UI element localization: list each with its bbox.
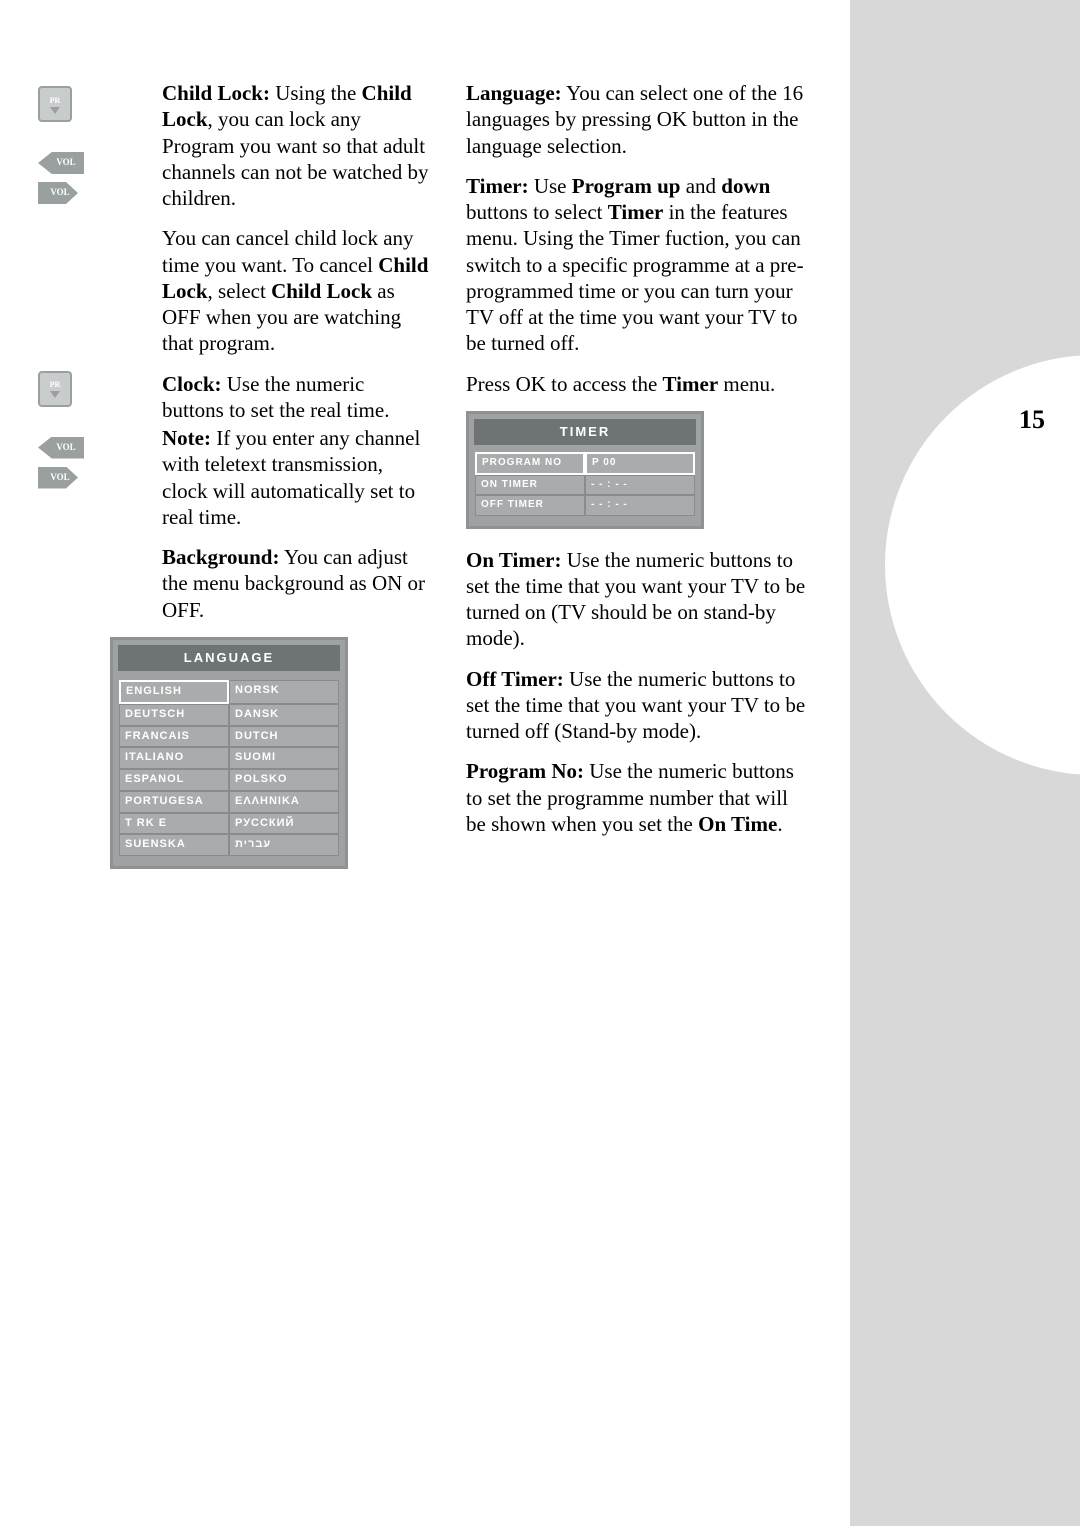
- triangle-down-icon: [50, 107, 60, 114]
- remote-cluster-1: PR VOL VOL: [38, 86, 84, 212]
- pr-down-button-icon: PR: [38, 86, 72, 122]
- language-option: ENGLISH: [119, 680, 229, 704]
- left-column: PR VOL VOL Child Lock: Using the Child L…: [100, 80, 430, 879]
- timer-row-value: - - : - -: [585, 475, 695, 496]
- language-option: DEUTSCH: [119, 704, 229, 726]
- side-circle-decoration: [885, 355, 1080, 775]
- vol-label: VOL: [56, 442, 75, 453]
- timer-row-label: PROGRAM NO: [475, 452, 585, 475]
- vol-label: VOL: [50, 187, 69, 198]
- vol-right-button-icon: VOL: [38, 467, 78, 489]
- vol-label: VOL: [56, 157, 75, 168]
- pr-label: PR: [50, 97, 61, 105]
- language-menu-osd: LANGUAGE ENGLISH NORSK DEUTSCH DANSK FRA…: [110, 637, 348, 869]
- language-option: עברית: [229, 834, 339, 856]
- program-no-label: Program No:: [466, 759, 584, 783]
- child-lock-paragraph-1: Child Lock: Using the Child Lock, you ca…: [162, 80, 430, 211]
- language-paragraph: Language: You can select one of the 16 l…: [466, 80, 806, 159]
- remote-cluster-2: PR VOL VOL: [38, 371, 84, 497]
- language-option: DUTCH: [229, 726, 339, 748]
- clock-section: PR VOL VOL Clock: Use the numeric button…: [100, 371, 430, 623]
- off-timer-paragraph: Off Timer: Use the numeric buttons to se…: [466, 666, 806, 745]
- language-option: ESPANOL: [119, 769, 229, 791]
- on-timer-paragraph: On Timer: Use the numeric buttons to set…: [466, 547, 806, 652]
- language-option: T RK E: [119, 813, 229, 835]
- timer-label: Timer:: [466, 174, 529, 198]
- timer-row: PROGRAM NO P 00: [475, 452, 695, 475]
- off-timer-label: Off Timer:: [466, 667, 564, 691]
- pr-label: PR: [50, 381, 61, 389]
- timer-row-value: - - : - -: [585, 495, 695, 516]
- clock-paragraph: Clock: Use the numeric buttons to set th…: [162, 371, 430, 424]
- child-lock-paragraph-2: You can cancel child lock any time you w…: [162, 225, 430, 356]
- vol-right-button-icon: VOL: [38, 182, 78, 204]
- timer-menu-osd: TIMER PROGRAM NO P 00 ON TIMER - - : - -…: [466, 411, 704, 529]
- triangle-down-icon: [50, 391, 60, 398]
- page-content: PR VOL VOL Child Lock: Using the Child L…: [100, 80, 820, 879]
- timer-row: OFF TIMER - - : - -: [475, 495, 695, 516]
- child-lock-label: Child Lock:: [162, 81, 270, 105]
- language-option: FRANCAIS: [119, 726, 229, 748]
- background-label: Background:: [162, 545, 279, 569]
- language-option: POLSKO: [229, 769, 339, 791]
- timer-menu-title: TIMER: [474, 419, 696, 445]
- pr-down-button-icon: PR: [38, 371, 72, 407]
- note-paragraph: Note: If you enter any channel with tele…: [162, 425, 430, 530]
- timer-row-label: ON TIMER: [475, 475, 585, 496]
- press-ok-paragraph: Press OK to access the Timer menu.: [466, 371, 806, 397]
- language-option: SUENSKA: [119, 834, 229, 856]
- language-label: Language:: [466, 81, 562, 105]
- program-no-paragraph: Program No: Use the numeric buttons to s…: [466, 758, 806, 837]
- language-option: SUOMI: [229, 747, 339, 769]
- timer-row-label: OFF TIMER: [475, 495, 585, 516]
- side-strip: [850, 0, 1080, 1526]
- language-option: ITALIANO: [119, 747, 229, 769]
- language-option: ΕΛΛΗΝΙΚΑ: [229, 791, 339, 813]
- timer-row: ON TIMER - - : - -: [475, 475, 695, 496]
- language-option: РУССКИЙ: [229, 813, 339, 835]
- language-menu-title: LANGUAGE: [118, 645, 340, 671]
- child-lock-section: PR VOL VOL Child Lock: Using the Child L…: [100, 80, 430, 357]
- vol-left-button-icon: VOL: [38, 437, 84, 459]
- background-paragraph: Background: You can adjust the menu back…: [162, 544, 430, 623]
- timer-paragraph: Timer: Use Program up and down buttons t…: [466, 173, 806, 357]
- language-option: DANSK: [229, 704, 339, 726]
- on-timer-label: On Timer:: [466, 548, 561, 572]
- language-option: NORSK: [229, 680, 339, 704]
- note-label: Note:: [162, 426, 211, 450]
- page-number: 15: [1019, 405, 1045, 435]
- right-column: Language: You can select one of the 16 l…: [466, 80, 806, 879]
- language-grid: ENGLISH NORSK DEUTSCH DANSK FRANCAIS DUT…: [119, 680, 339, 856]
- language-option: PORTUGESA: [119, 791, 229, 813]
- vol-label: VOL: [50, 472, 69, 483]
- clock-label: Clock:: [162, 372, 222, 396]
- vol-left-button-icon: VOL: [38, 152, 84, 174]
- timer-row-value: P 00: [585, 452, 695, 475]
